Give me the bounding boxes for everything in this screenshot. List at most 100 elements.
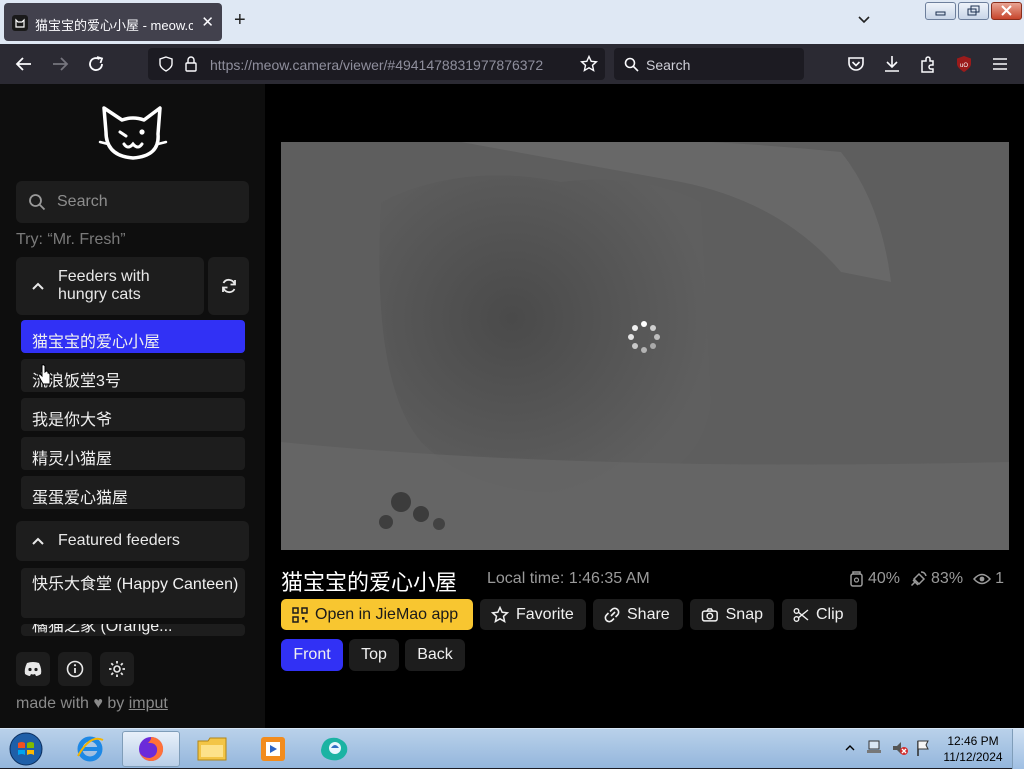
taskbar-ie[interactable] <box>61 731 119 767</box>
imput-link[interactable]: imput <box>129 695 168 712</box>
discord-icon <box>24 662 42 676</box>
feeder-item[interactable]: 流浪饭堂3号 <box>21 359 245 392</box>
refresh-button[interactable] <box>208 257 249 315</box>
satellite-icon <box>911 571 927 587</box>
view-front-button[interactable]: Front <box>281 639 343 671</box>
show-desktop-button[interactable] <box>1012 729 1024 769</box>
site-favicon-icon <box>12 15 28 31</box>
local-time: Local time: 1:46:35 AM <box>487 570 650 587</box>
feeder-item[interactable]: 猫宝宝的爱心小屋 <box>21 320 245 353</box>
reload-icon[interactable] <box>86 54 106 74</box>
taskbar-media-player[interactable] <box>244 731 302 767</box>
settings-button[interactable] <box>100 652 134 686</box>
internet-explorer-icon <box>77 736 104 762</box>
show-hidden-icons-icon[interactable] <box>844 743 856 753</box>
browser-search-box[interactable]: Search <box>614 48 804 80</box>
info-icon <box>66 660 84 678</box>
lock-icon[interactable] <box>184 56 198 72</box>
open-in-app-button[interactable]: Open in JieMao app <box>281 599 473 630</box>
browser-search-placeholder: Search <box>646 57 691 73</box>
group-toggle-featured[interactable]: Featured feeders <box>16 521 249 561</box>
back-icon[interactable] <box>14 54 34 74</box>
media-player-icon <box>261 737 285 761</box>
url-text[interactable]: https://meow.camera/viewer/#494147883197… <box>210 57 570 73</box>
volume-muted-icon[interactable] <box>891 739 909 757</box>
windows-start-orb-icon <box>9 732 43 766</box>
bookmark-star-icon[interactable] <box>580 55 598 73</box>
tab-list-chevron-icon[interactable] <box>856 11 872 27</box>
windows-taskbar: 12:46 PM 11/12/2024 <box>0 728 1024 769</box>
camera-title: 猫宝宝的爱心小屋 <box>281 570 458 595</box>
featured-feeder-item[interactable]: 快乐大食堂 (Happy Canteen) <box>21 568 245 618</box>
navigation-bar: https://meow.camera/viewer/#494147883197… <box>0 44 1024 84</box>
refresh-icon <box>221 278 236 294</box>
network-icon[interactable] <box>866 739 884 757</box>
favorite-button[interactable]: Favorite <box>480 599 586 630</box>
downloads-icon[interactable] <box>882 54 902 74</box>
page-content: Search Try: “Mr. Fresh” Feeders with hun… <box>0 84 1024 728</box>
browser-tab-active[interactable]: 猫宝宝的爱心小屋 - meow.camera ✕ <box>4 3 222 41</box>
view-back-button[interactable]: Back <box>405 639 465 671</box>
share-button[interactable]: Share <box>593 599 683 630</box>
made-with-credit: made with ♥ by imput <box>16 695 168 712</box>
new-tab-button[interactable]: + <box>234 10 246 30</box>
ublock-icon[interactable]: uO <box>954 54 974 74</box>
scissors-icon <box>793 607 809 622</box>
minimize-window-button[interactable] <box>925 2 956 20</box>
camera-icon <box>701 607 718 622</box>
pocket-icon[interactable] <box>846 54 866 74</box>
food-bag-icon <box>850 571 863 587</box>
view-top-button[interactable]: Top <box>349 639 399 671</box>
gear-icon <box>109 661 125 677</box>
signal-stat: 83% <box>910 570 963 588</box>
firefox-icon <box>139 736 164 761</box>
heart-icon: ♥ <box>93 695 103 712</box>
group-label: Feeders with hungry cats <box>58 268 150 303</box>
link-icon <box>604 607 620 622</box>
browser-window: 猫宝宝的爱心小屋 - meow.camera ✕ + https://meow.… <box>0 0 1024 769</box>
camera-feed-image <box>281 142 1009 550</box>
extensions-icon[interactable] <box>918 54 938 74</box>
star-icon <box>491 605 509 623</box>
feeder-search-input[interactable]: Search <box>16 181 249 223</box>
taskbar-firefox[interactable] <box>122 731 180 767</box>
action-center-flag-icon[interactable] <box>915 739 931 757</box>
camera-video[interactable] <box>281 142 1009 550</box>
featured-feeder-item[interactable]: 橘猫之家 (Orange... <box>21 624 245 636</box>
snap-button[interactable]: Snap <box>690 599 774 630</box>
group-toggle-hungry-cats[interactable]: Feeders with hungry cats <box>16 257 204 315</box>
start-button[interactable] <box>0 731 52 767</box>
food-level-stat: 40% <box>849 570 900 588</box>
eye-icon <box>973 573 992 585</box>
forward-icon[interactable] <box>50 54 70 74</box>
taskbar-app[interactable] <box>305 731 363 767</box>
search-icon <box>29 194 46 211</box>
qr-code-icon <box>292 606 308 623</box>
feeder-item[interactable]: 精灵小猫屋 <box>21 437 245 470</box>
meow-camera-logo-icon[interactable] <box>98 102 168 166</box>
tracking-shield-icon[interactable] <box>158 56 174 72</box>
close-window-button[interactable] <box>991 2 1022 20</box>
folder-icon <box>197 737 227 761</box>
feeder-item[interactable]: 我是你大爷 <box>21 398 245 431</box>
info-button[interactable] <box>58 652 92 686</box>
camera-stats: 40% 83% 1 <box>849 570 1010 588</box>
mouse-hand-cursor-icon <box>38 364 51 385</box>
feeder-search-placeholder: Search <box>57 193 108 210</box>
tab-close-icon[interactable]: ✕ <box>201 13 214 31</box>
group-label: Featured feeders <box>58 532 180 549</box>
restore-window-button[interactable] <box>958 2 989 20</box>
feeder-item[interactable]: 蛋蛋爱心猫屋 <box>21 476 245 509</box>
taskbar-clock[interactable]: 12:46 PM 11/12/2024 <box>938 733 1008 765</box>
menu-hamburger-icon[interactable] <box>990 54 1010 74</box>
taskbar-explorer[interactable] <box>183 731 241 767</box>
clip-button[interactable]: Clip <box>782 599 857 630</box>
discord-button[interactable] <box>16 652 50 686</box>
clock-time: 12:46 PM <box>947 734 999 748</box>
address-bar[interactable]: https://meow.camera/viewer/#494147883197… <box>148 48 605 80</box>
clock-date: 11/12/2024 <box>943 750 1003 764</box>
search-icon <box>624 57 639 72</box>
tab-title: 猫宝宝的爱心小屋 - meow.camera <box>35 18 193 33</box>
svg-text:uO: uO <box>960 63 968 69</box>
chevron-up-icon <box>32 537 44 545</box>
